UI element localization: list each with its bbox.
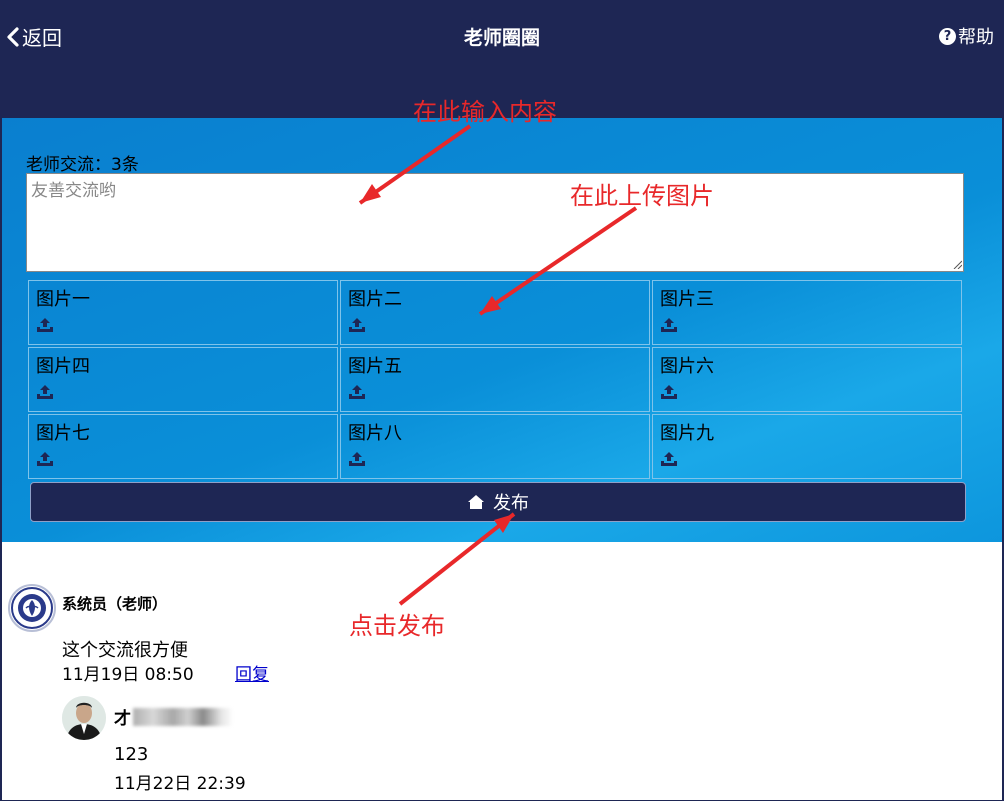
compose-panel: 老师交流：3条 图片一 图片二 图片三 图片四 图片五 图片六 图 — [2, 118, 1002, 542]
image-slot-label: 图片六 — [660, 356, 714, 377]
image-slot-3[interactable]: 图片三 — [652, 280, 962, 345]
annotation-upload-hint: 在此上传图片 — [570, 182, 714, 210]
upload-icon — [349, 452, 365, 466]
image-slot-4[interactable]: 图片四 — [28, 347, 338, 412]
upload-icon — [661, 452, 677, 466]
post-content: 这个交流很方便 — [62, 640, 188, 661]
reply-content: 123 — [114, 744, 149, 765]
image-slot-1[interactable]: 图片一 — [28, 280, 338, 345]
page-title: 老师圈圈 — [463, 27, 540, 49]
image-slot-9[interactable]: 图片九 — [652, 414, 962, 479]
upload-icon — [349, 318, 365, 332]
image-slot-label: 图片五 — [348, 356, 402, 377]
image-upload-grid: 图片一 图片二 图片三 图片四 图片五 图片六 图片七 图片八 图片九 — [28, 280, 964, 479]
upload-icon — [37, 452, 53, 466]
post-author: 系统员（老师） — [62, 595, 168, 613]
redacted-name — [133, 707, 233, 726]
image-slot-5[interactable]: 图片五 — [340, 347, 650, 412]
publish-label: 发布 — [493, 493, 529, 514]
image-slot-label: 图片七 — [36, 423, 90, 444]
question-circle-icon: ? — [939, 27, 956, 45]
upload-icon — [349, 385, 365, 399]
help-label: 帮助 — [958, 27, 994, 48]
upload-icon — [37, 385, 53, 399]
image-slot-label: 图片四 — [36, 356, 90, 377]
school-emblem-icon — [11, 587, 53, 629]
user-photo-icon — [62, 696, 106, 740]
annotation-input-hint: 在此输入内容 — [413, 98, 557, 126]
reply-author: 才 — [114, 704, 233, 729]
image-slot-7[interactable]: 图片七 — [28, 414, 338, 479]
resize-grip-icon[interactable] — [952, 259, 962, 269]
image-slot-2[interactable]: 图片二 — [340, 280, 650, 345]
image-slot-label: 图片二 — [348, 289, 402, 310]
home-icon — [468, 495, 484, 509]
reply-avatar[interactable] — [62, 696, 106, 740]
publish-button[interactable]: 发布 — [30, 482, 966, 522]
image-slot-label: 图片九 — [660, 423, 714, 444]
post-count-label: 老师交流：3条 — [26, 155, 139, 175]
image-slot-label: 图片三 — [660, 289, 714, 310]
reply-link[interactable]: 回复 — [235, 660, 269, 685]
help-button[interactable]: ? 帮助 — [939, 23, 994, 49]
upload-icon — [661, 385, 677, 399]
image-slot-label: 图片八 — [348, 423, 402, 444]
reply-time: 11月22日 22:39 — [114, 774, 246, 794]
annotation-publish-hint: 点击发布 — [349, 612, 445, 640]
image-slot-label: 图片一 — [36, 289, 90, 310]
avatar[interactable] — [8, 584, 56, 632]
image-slot-6[interactable]: 图片六 — [652, 347, 962, 412]
upload-icon — [661, 318, 677, 332]
message-input[interactable] — [26, 173, 964, 272]
post-time: 11月19日 08:50 — [62, 665, 194, 685]
post-feed: 系统员（老师） 这个交流很方便 11月19日 08:50 回复 才 123 11… — [2, 542, 1002, 800]
reply-author-prefix: 才 — [114, 709, 131, 729]
image-slot-8[interactable]: 图片八 — [340, 414, 650, 479]
upload-icon — [37, 318, 53, 332]
